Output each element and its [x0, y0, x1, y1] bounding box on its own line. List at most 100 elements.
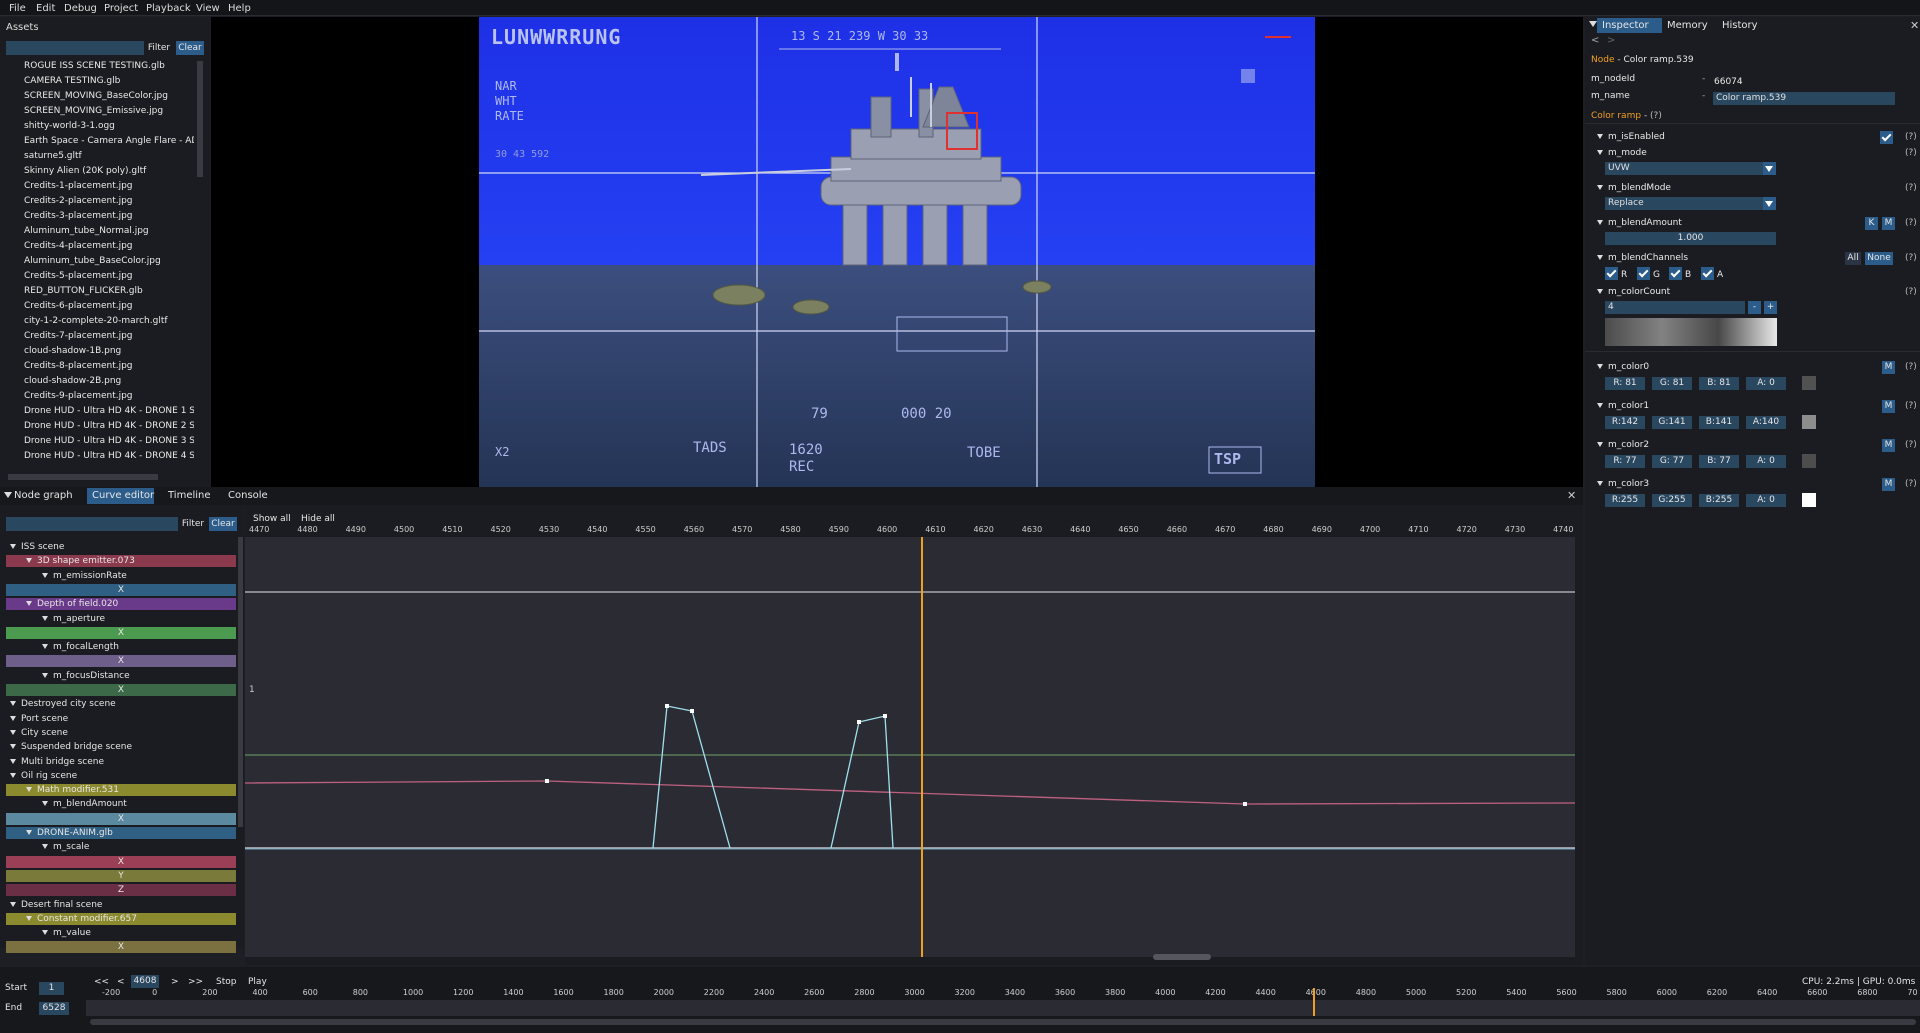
- curve-tree-row[interactable]: m_blendAmount: [6, 798, 236, 810]
- curve-hscrollbar[interactable]: [1153, 954, 1211, 960]
- help-icon[interactable]: (?): [1905, 183, 1917, 193]
- curve-filter-button[interactable]: Filter: [180, 517, 206, 531]
- curve-tree-row[interactable]: City scene: [6, 727, 236, 739]
- blendmode-select[interactable]: Replace: [1605, 197, 1776, 210]
- tab-inspector[interactable]: Inspector: [1602, 20, 1649, 31]
- curve-tree-row[interactable]: m_scale: [6, 841, 236, 853]
- color-label[interactable]: m_color2: [1597, 440, 1649, 450]
- color-swatch[interactable]: [1802, 376, 1816, 390]
- asset-item[interactable]: saturne5.gltf: [24, 151, 194, 161]
- curve-tree-row[interactable]: m_focalLength: [6, 641, 236, 653]
- expand-triangle-icon[interactable]: [10, 744, 16, 750]
- expand-triangle-icon[interactable]: [42, 644, 48, 650]
- colorcount-input[interactable]: 4: [1605, 301, 1745, 314]
- asset-item[interactable]: Aluminum_tube_Normal.jpg: [24, 226, 194, 236]
- menu-view[interactable]: View: [196, 3, 220, 14]
- asset-item[interactable]: Credits-9-placement.jpg: [24, 391, 194, 401]
- asset-item[interactable]: ROGUE ISS SCENE TESTING.glb: [24, 61, 194, 71]
- color-r-field[interactable]: R:255: [1605, 494, 1645, 507]
- menu-edit[interactable]: Edit: [36, 3, 55, 14]
- help-icon[interactable]: (?): [1905, 362, 1917, 372]
- nav-forward-icon[interactable]: >: [1607, 35, 1615, 46]
- timeline-track[interactable]: [86, 1000, 1920, 1016]
- current-frame-input[interactable]: 4608: [131, 975, 159, 988]
- help-icon[interactable]: (?): [1905, 132, 1917, 142]
- blendchannels-label[interactable]: m_blendChannels: [1597, 253, 1688, 263]
- color-swatch[interactable]: [1802, 493, 1816, 507]
- color-g-field[interactable]: G:141: [1652, 416, 1692, 429]
- close-icon[interactable]: ✕: [1567, 489, 1576, 502]
- asset-item[interactable]: Credits-3-placement.jpg: [24, 211, 194, 221]
- blendmode-dropdown-icon[interactable]: [1763, 197, 1776, 210]
- expand-triangle-icon[interactable]: [10, 715, 16, 721]
- help-icon[interactable]: (?): [1905, 287, 1917, 297]
- asset-item[interactable]: cloud-shadow-1B.png: [24, 346, 194, 356]
- show-all-button[interactable]: Show all: [253, 514, 291, 524]
- help-icon[interactable]: (?): [1905, 218, 1917, 228]
- asset-item[interactable]: city-1-2-complete-20-march.gltf: [24, 316, 194, 326]
- expand-triangle-icon[interactable]: [42, 844, 48, 850]
- curve-tree-row[interactable]: m_emissionRate: [6, 570, 236, 582]
- expand-triangle-icon[interactable]: [10, 772, 16, 778]
- tree-scrollbar[interactable]: [238, 537, 243, 827]
- curve-clear-button[interactable]: Clear: [209, 517, 237, 531]
- color-swatch[interactable]: [1802, 415, 1816, 429]
- play-button[interactable]: Play: [248, 977, 267, 987]
- mode-dropdown-icon[interactable]: [1763, 162, 1776, 175]
- hide-all-button[interactable]: Hide all: [301, 514, 335, 524]
- asset-item[interactable]: SCREEN_MOVING_Emissive.jpg: [24, 106, 194, 116]
- color-swatch[interactable]: [1802, 454, 1816, 468]
- color-g-field[interactable]: G:255: [1652, 494, 1692, 507]
- curve-tree-row[interactable]: Constant modifier.657: [6, 912, 236, 925]
- color-b-field[interactable]: B: 81: [1699, 377, 1739, 390]
- tab-memory[interactable]: Memory: [1667, 20, 1708, 31]
- curve-channel-row[interactable]: X: [6, 626, 236, 639]
- mode-select[interactable]: UVW: [1605, 162, 1776, 175]
- name-input[interactable]: Color ramp.539: [1713, 92, 1895, 105]
- isenabled-label[interactable]: m_isEnabled: [1597, 132, 1665, 142]
- asset-item[interactable]: Drone HUD - Ultra HD 4K - DRONE 1 STA: [24, 406, 194, 416]
- nav-back-icon[interactable]: <: [1591, 35, 1599, 46]
- asset-item[interactable]: Earth Space - Camera Angle Flare - ADDI: [24, 136, 194, 146]
- channels-none-button[interactable]: None: [1865, 252, 1893, 265]
- modifier-button[interactable]: M: [1882, 217, 1895, 230]
- assets-scrollbar[interactable]: [197, 61, 203, 177]
- curve-tree-row[interactable]: DRONE-ANIM.glb: [6, 827, 236, 839]
- asset-item[interactable]: Skinny Alien (20K poly).gltf: [24, 166, 194, 176]
- channel-g-checkbox[interactable]: [1637, 267, 1650, 280]
- menu-debug[interactable]: Debug: [64, 3, 97, 14]
- expand-triangle-icon[interactable]: [42, 615, 48, 621]
- tab-timeline[interactable]: Timeline: [168, 490, 211, 501]
- asset-item[interactable]: Credits-2-placement.jpg: [24, 196, 194, 206]
- curve-channel-row[interactable]: Y: [6, 869, 236, 882]
- modifier-button[interactable]: M: [1882, 361, 1895, 374]
- close-icon[interactable]: ✕: [1910, 19, 1919, 32]
- color-r-field[interactable]: R: 77: [1605, 455, 1645, 468]
- curve-search-input[interactable]: [6, 517, 178, 531]
- expand-triangle-icon[interactable]: [10, 901, 16, 907]
- curve-tree-row[interactable]: Destroyed city scene: [6, 698, 236, 710]
- curve-channel-row[interactable]: X: [6, 583, 236, 596]
- start-input[interactable]: 1: [39, 982, 64, 995]
- help-icon[interactable]: (?): [1905, 401, 1917, 411]
- keyframe-button[interactable]: K: [1865, 217, 1878, 230]
- asset-item[interactable]: Drone HUD - Ultra HD 4K - DRONE 4 STA: [24, 451, 194, 461]
- curve-tree-row[interactable]: Multi bridge scene: [6, 756, 236, 768]
- assets-hscrollbar[interactable]: [8, 474, 158, 480]
- color-r-field[interactable]: R: 81: [1605, 377, 1645, 390]
- rewind-start-button[interactable]: <<: [94, 977, 109, 987]
- asset-item[interactable]: Drone HUD - Ultra HD 4K - DRONE 2 STA: [24, 421, 194, 431]
- tab-history[interactable]: History: [1722, 20, 1758, 31]
- asset-item[interactable]: Credits-4-placement.jpg: [24, 241, 194, 251]
- stop-button[interactable]: Stop: [216, 977, 236, 987]
- color-a-field[interactable]: A: 0: [1746, 377, 1786, 390]
- asset-item[interactable]: cloud-shadow-2B.png: [24, 376, 194, 386]
- inspector-collapse-icon[interactable]: [1589, 21, 1597, 29]
- curve-tree-row[interactable]: Math modifier.531: [6, 784, 236, 797]
- expand-triangle-icon[interactable]: [26, 830, 32, 835]
- color-label[interactable]: m_color3: [1597, 479, 1649, 489]
- help-icon[interactable]: (?): [1905, 148, 1917, 158]
- asset-item[interactable]: RED_BUTTON_FLICKER.glb: [24, 286, 194, 296]
- channels-all-button[interactable]: All: [1845, 252, 1861, 265]
- color-a-field[interactable]: A: 0: [1746, 494, 1786, 507]
